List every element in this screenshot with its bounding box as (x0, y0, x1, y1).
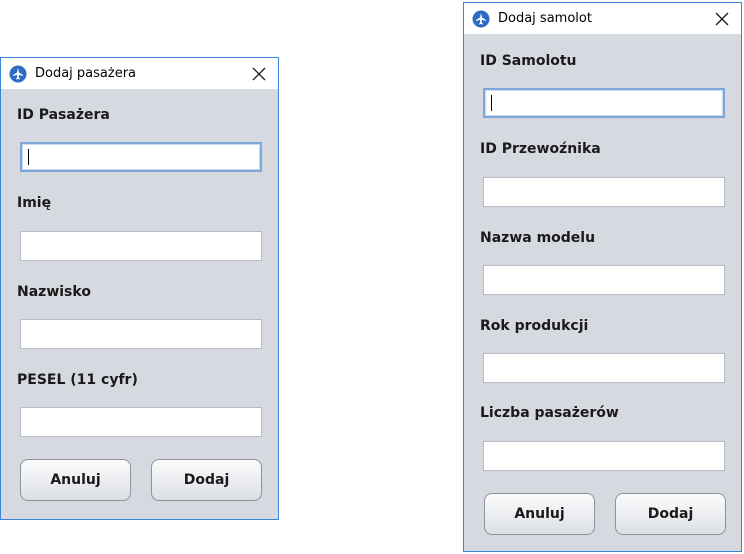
first-name-input[interactable] (20, 231, 262, 261)
close-button[interactable] (705, 4, 739, 33)
production-year-label: Rok produkcji (480, 318, 589, 334)
passenger-id-label: ID Pasażera (17, 107, 110, 123)
cancel-button[interactable]: Anuluj (484, 493, 595, 535)
title-bar: Dodaj samolot (464, 3, 741, 34)
carrier-id-label: ID Przewoźnika (480, 141, 601, 157)
add-passenger-dialog: Dodaj pasażera ID Pasażera Imię Nazwisko… (0, 57, 279, 520)
title-bar: Dodaj pasażera (1, 58, 278, 89)
passenger-id-input[interactable] (20, 142, 262, 172)
close-icon (715, 12, 729, 26)
airplane-app-icon (9, 65, 27, 83)
first-name-label: Imię (17, 195, 52, 211)
airplane-app-icon (472, 10, 490, 28)
pesel-input[interactable] (20, 407, 262, 437)
production-year-input[interactable] (483, 353, 725, 383)
plane-id-input[interactable] (483, 88, 725, 118)
passenger-count-input[interactable] (483, 441, 725, 471)
last-name-label: Nazwisko (17, 284, 91, 300)
close-button[interactable] (242, 59, 276, 88)
carrier-id-input[interactable] (483, 177, 725, 207)
text-caret (491, 95, 492, 111)
pesel-label: PESEL (11 cyfr) (17, 372, 138, 388)
model-name-label: Nazwa modelu (480, 230, 596, 246)
passenger-count-label: Liczba pasażerów (480, 405, 619, 421)
close-icon (252, 67, 266, 81)
add-button[interactable]: Dodaj (151, 459, 262, 501)
window-title: Dodaj samolot (498, 11, 592, 26)
add-plane-dialog: Dodaj samolot ID Samolotu ID Przewoźnika… (463, 2, 742, 552)
text-caret (28, 149, 29, 165)
cancel-button[interactable]: Anuluj (20, 459, 131, 501)
add-button[interactable]: Dodaj (615, 493, 726, 535)
last-name-input[interactable] (20, 319, 262, 349)
window-title: Dodaj pasażera (35, 66, 137, 81)
model-name-input[interactable] (483, 265, 725, 295)
plane-id-label: ID Samolotu (480, 53, 577, 69)
